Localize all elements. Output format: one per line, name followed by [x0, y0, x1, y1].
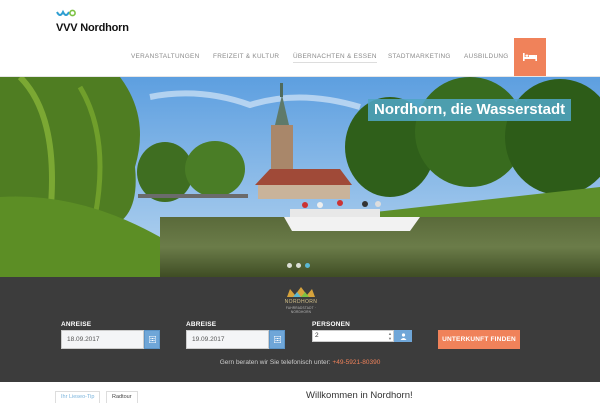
departure-label: ABREISE [186, 321, 217, 328]
arrival-label: ANREISE [61, 321, 92, 328]
site-logo[interactable]: VVV Nordhorn [56, 8, 146, 34]
nordhorn-logo-name: NORDHORN [284, 299, 318, 305]
site-header: VVV Nordhorn VERANSTALTUNGEN FREIZEIT & … [0, 0, 600, 77]
arrival-calendar-button[interactable] [144, 330, 160, 349]
slider-dot-3[interactable] [305, 263, 310, 268]
calendar-icon [273, 336, 281, 343]
phone-link[interactable]: +49-5921-80390 [332, 359, 380, 366]
phone-line: Gern beraten wir Sie telefonisch unter: … [0, 359, 600, 366]
departure-calendar-button[interactable] [269, 330, 285, 349]
arrival-date-field[interactable]: 18.09.2017 [61, 330, 144, 349]
slider-dot-1[interactable] [287, 263, 292, 268]
hero-title: Nordhorn, die Wasserstadt [368, 99, 572, 121]
slider-dots [287, 263, 310, 268]
slider-dot-2[interactable] [296, 263, 301, 268]
nav-item-freizeit-kultur[interactable]: FREIZEIT & KULTUR [213, 53, 279, 60]
departure-date-field[interactable]: 19.09.2017 [186, 330, 269, 349]
tab-radtour[interactable]: Radtour [106, 391, 138, 403]
accommodation-button[interactable] [514, 38, 546, 76]
bed-icon [523, 53, 537, 61]
nordhorn-logo: NORDHORN FAHRRADSTADT · NORDHORN [279, 287, 323, 315]
welcome-heading: Willkommen in Nordhorn! [306, 390, 413, 401]
crown-logo-icon [287, 287, 315, 297]
find-accommodation-button[interactable]: UNTERKUNFT FINDEN [438, 330, 520, 349]
site-name: VVV Nordhorn [56, 22, 129, 34]
nav-item-stadtmarketing[interactable]: STADTMARKETING [388, 53, 451, 60]
spinner-arrows-icon: ▲ ▼ [388, 331, 392, 341]
nav-item-ausbildung[interactable]: AUSBILDUNG [464, 53, 509, 60]
phone-text: Gern beraten wir Sie telefonisch unter: [219, 359, 331, 366]
nav-item-veranstaltungen[interactable]: VERANSTALTUNGEN [131, 53, 200, 60]
persons-select[interactable]: 2 ▲ ▼ [312, 330, 394, 342]
persons-user-button[interactable] [394, 330, 412, 342]
persons-label: PERSONEN [312, 321, 351, 328]
hero-slider: Nordhorn, die Wasserstadt [0, 77, 600, 277]
wave-logo-icon [56, 9, 76, 17]
calendar-icon [148, 336, 156, 343]
booking-bar: NORDHORN FAHRRADSTADT · NORDHORN ANREISE… [0, 277, 600, 382]
tab-tip[interactable]: Ihr Lieseo-Tip [55, 391, 101, 403]
user-icon [400, 332, 406, 340]
persons-value: 2 [315, 332, 319, 339]
nordhorn-logo-sub: FAHRRADSTADT · NORDHORN [285, 306, 317, 314]
nav-item-uebernachten-essen[interactable]: ÜBERNACHTEN & ESSEN [293, 53, 377, 63]
content-start: Ihr Lieseo-Tip Radtour Willkommen in Nor… [0, 382, 600, 403]
